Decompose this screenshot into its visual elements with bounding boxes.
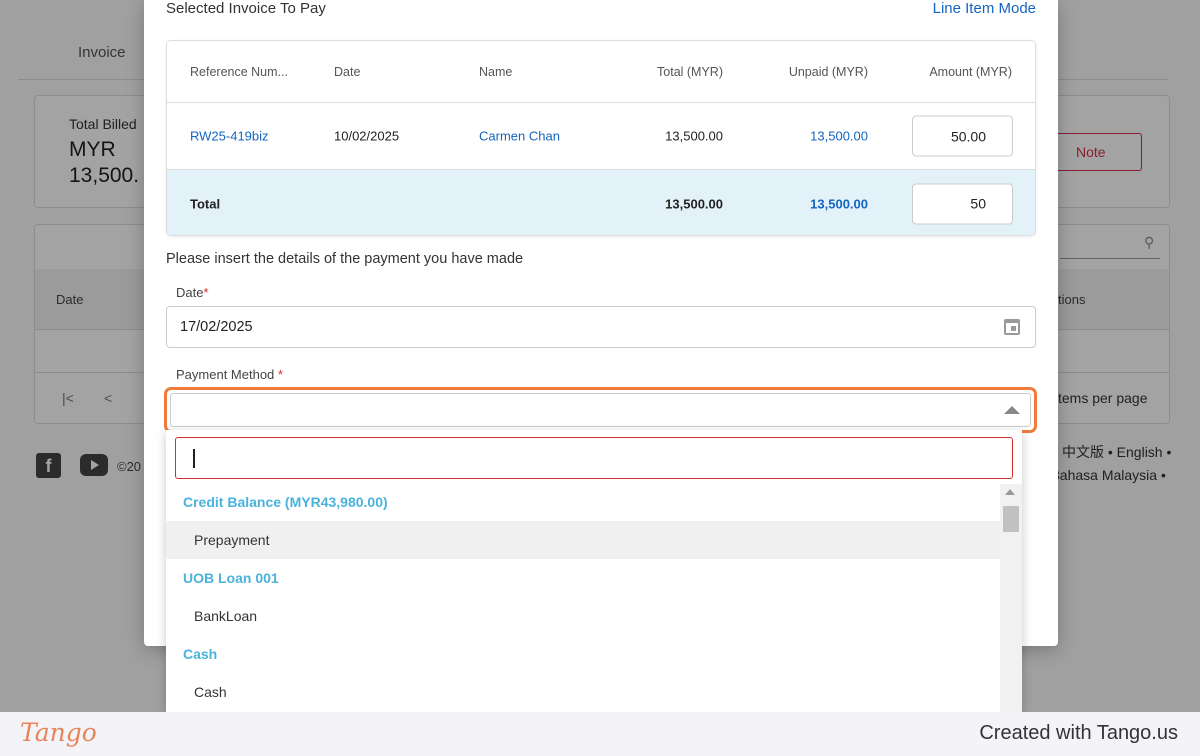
total-row: Total 13,500.00 13,500.00: [167, 170, 1035, 235]
tango-credit: Created with Tango.us: [979, 722, 1178, 744]
customer-name-link[interactable]: Carmen Chan: [479, 129, 560, 144]
modal-title: Selected Invoice To Pay: [166, 0, 326, 17]
tango-logo: Tango: [20, 718, 97, 747]
group-credit-balance: Credit Balance (MYR43,980.00): [183, 494, 388, 510]
dropdown-scrollbar[interactable]: [1000, 484, 1022, 712]
header-unpaid[interactable]: Unpaid (MYR): [789, 65, 868, 79]
text-cursor: [193, 449, 195, 468]
payment-method-select-box: [170, 393, 1031, 427]
group-uob-loan: UOB Loan 001: [183, 570, 279, 586]
amount-input[interactable]: [912, 115, 1013, 157]
payment-method-select[interactable]: [164, 387, 1037, 433]
payment-method-label: Payment Method *: [176, 367, 283, 382]
invoice-reference-link[interactable]: RW25-419biz: [190, 129, 269, 144]
scrollbar-thumb[interactable]: [1003, 506, 1019, 532]
required-mark: *: [277, 367, 283, 382]
required-mark: *: [203, 285, 209, 300]
payment-method-label-text: Payment Method: [176, 367, 278, 382]
total-sum: 13,500.00: [665, 196, 723, 211]
invoice-date: 10/02/2025: [334, 128, 400, 144]
invoice-unpaid: 13,500.00: [810, 128, 868, 144]
payment-method-dropdown: Credit Balance (MYR43,980.00) Prepayment…: [166, 430, 1022, 712]
table-row: RW25-419biz 10/02/2025 Carmen Chan 13,50…: [167, 103, 1035, 170]
header-name[interactable]: Name: [479, 65, 512, 79]
calendar-icon[interactable]: [1004, 319, 1020, 335]
header-reference[interactable]: Reference Num...: [190, 65, 288, 79]
invoice-table-header: Reference Num... Date Name Total (MYR) U…: [167, 41, 1035, 103]
header-date[interactable]: Date: [334, 65, 360, 79]
total-unpaid: 13,500.00: [810, 196, 868, 211]
line-item-mode-link[interactable]: Line Item Mode: [933, 0, 1036, 17]
tango-footer: Tango Created with Tango.us: [0, 712, 1200, 756]
group-cash: Cash: [183, 646, 218, 662]
payment-instructions: Please insert the details of the payment…: [166, 251, 524, 267]
payment-date-value: 17/02/2025: [180, 319, 253, 335]
total-amount-input[interactable]: [912, 183, 1013, 224]
dropdown-search-input[interactable]: [175, 437, 1013, 479]
total-label: Total: [190, 196, 221, 211]
invoice-total: 13,500.00: [665, 128, 723, 144]
option-bankloan[interactable]: BankLoan: [166, 597, 1000, 635]
option-cash[interactable]: Cash: [166, 673, 1000, 711]
header-total[interactable]: Total (MYR): [657, 65, 723, 79]
chevron-up-icon[interactable]: [1004, 406, 1020, 414]
date-label: Date*: [176, 285, 209, 300]
date-label-text: Date: [176, 285, 204, 300]
header-amount[interactable]: Amount (MYR): [929, 65, 1012, 79]
payment-date-field[interactable]: 17/02/2025: [166, 306, 1036, 348]
scroll-up-icon[interactable]: [1005, 489, 1015, 495]
invoice-table: Reference Num... Date Name Total (MYR) U…: [166, 40, 1036, 236]
option-prepayment[interactable]: Prepayment: [166, 521, 1000, 559]
